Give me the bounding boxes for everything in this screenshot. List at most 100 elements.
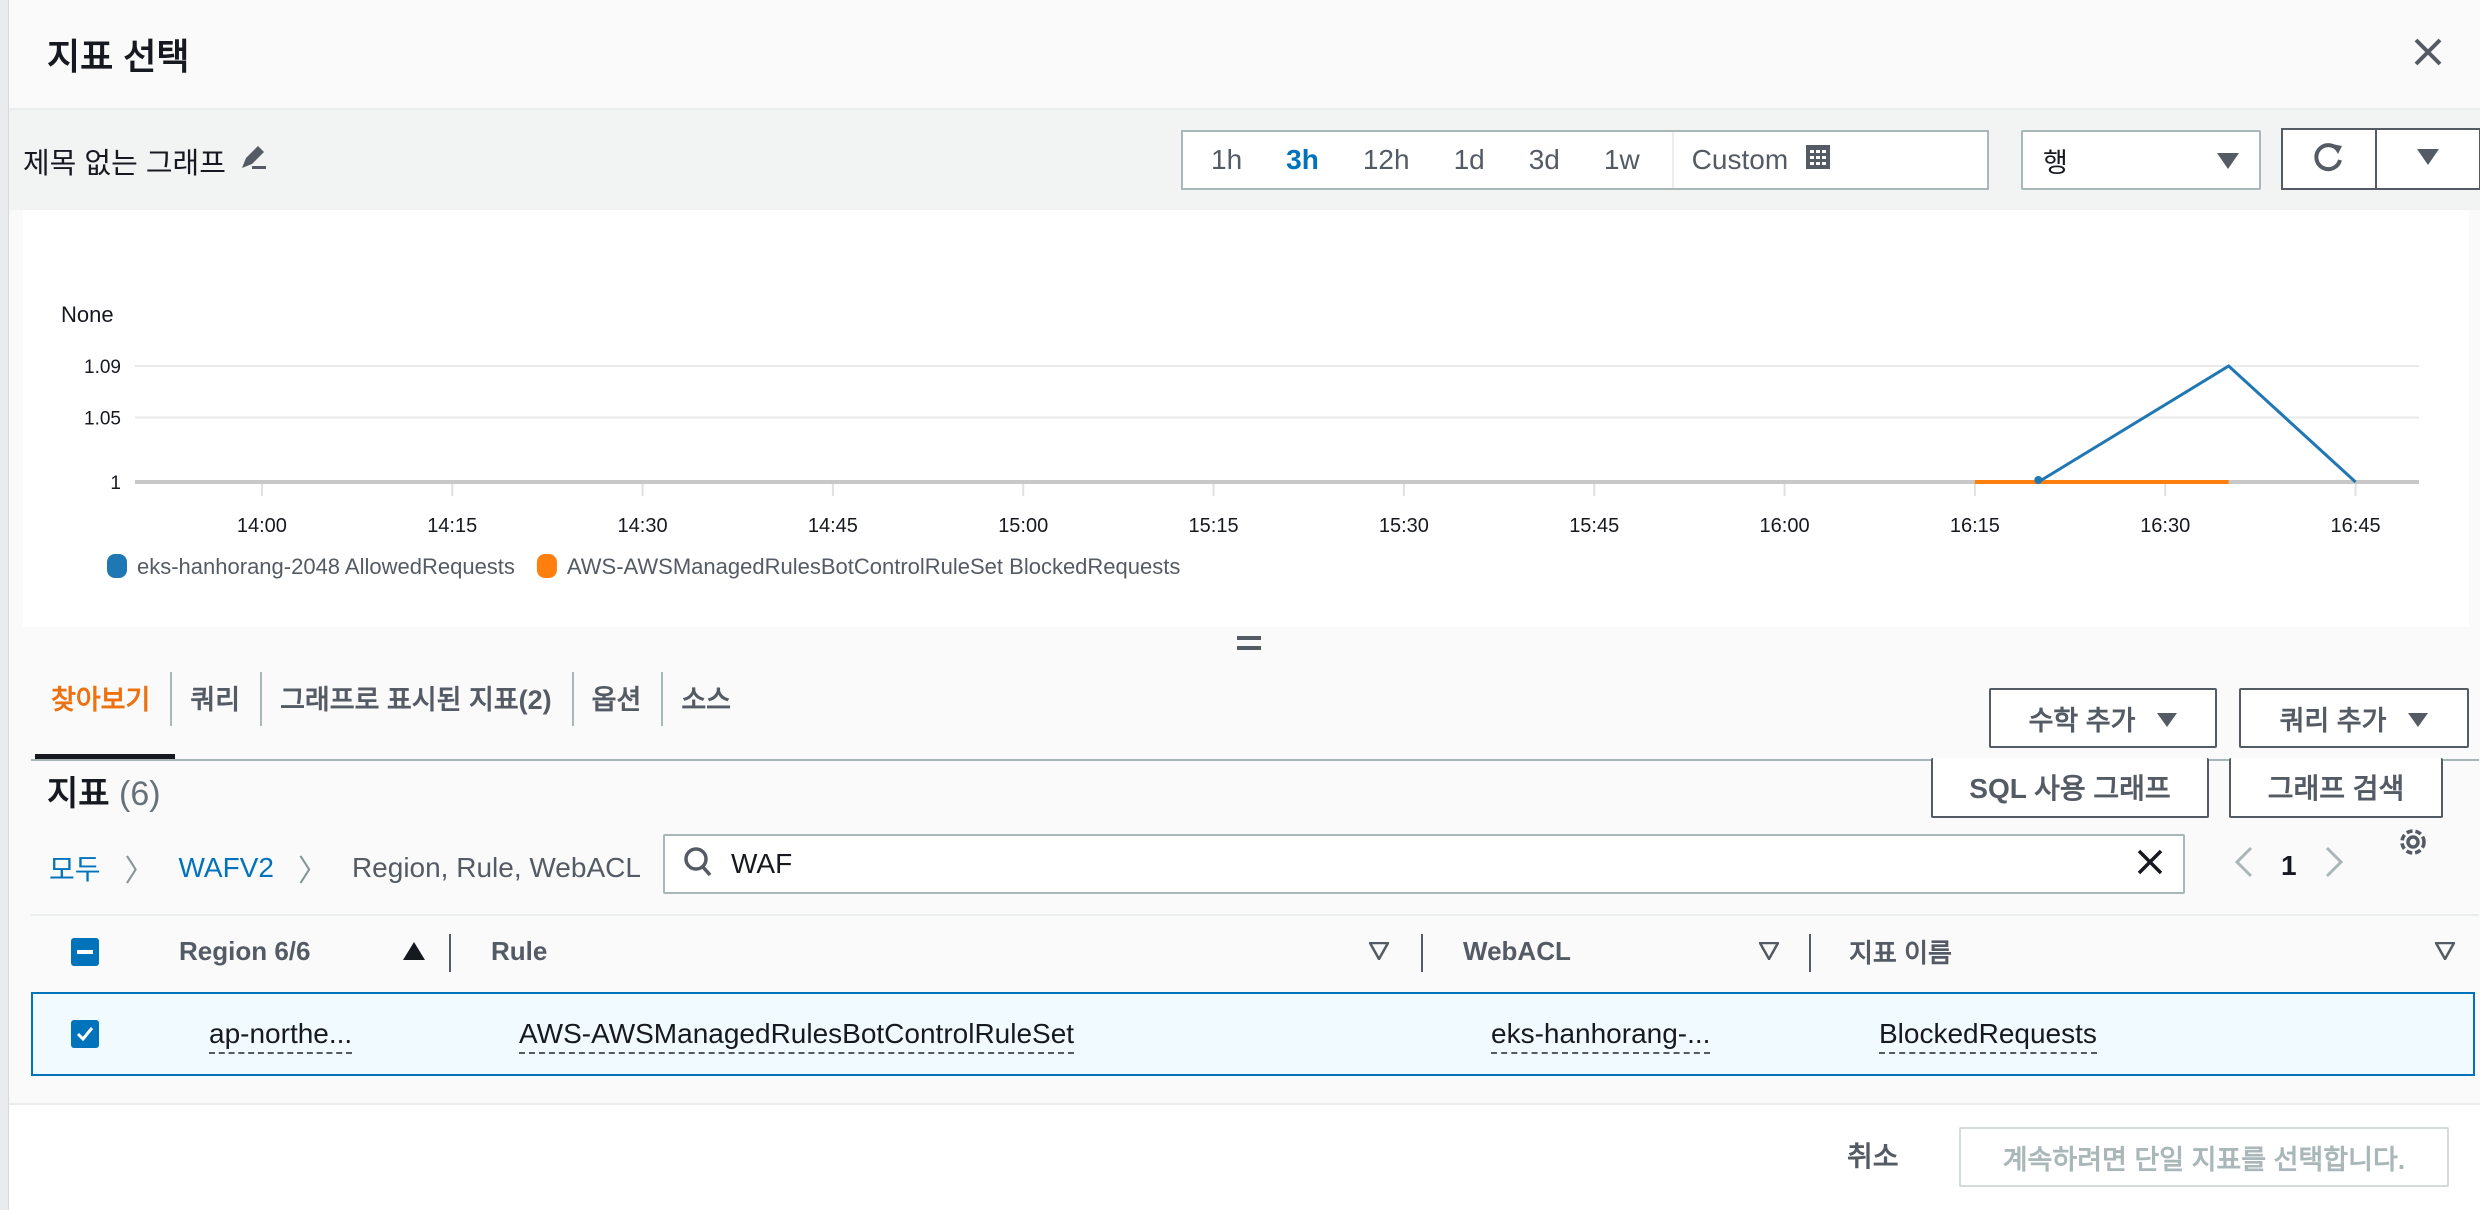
cell-rule[interactable]: AWS-AWSManagedRulesBotControlRuleSet [519,1018,1075,1054]
modal-title: 지표 선택 [47,36,190,77]
chevron-right-icon: 〉 [297,855,328,888]
legend-swatch-1 [536,554,557,578]
time-range-1h[interactable]: 1h [1189,132,1264,188]
column-header-rule[interactable]: Rule [491,916,547,986]
y-tick-label: 1 [110,473,121,494]
x-tick-label: 16:00 [1760,515,1810,537]
refresh-icon [2312,140,2346,179]
column-header-webacl[interactable]: WebACL [1463,916,1571,986]
caret-down-icon [2408,703,2429,734]
graph-toolbar: 제목 없는 그래프 1h 3h 12h 1d 3d 1w Custom 행 [9,110,2480,210]
pencil-icon[interactable] [238,142,268,180]
column-label: Region 6/6 [179,935,311,966]
tab-bar: 찾아보기 쿼리 그래프로 표시된 지표(2) 옵션 소스 [31,664,751,760]
add-math-label: 수학 추가 [2028,705,2136,736]
caret-down-icon [2157,703,2178,734]
cell-metric-name[interactable]: BlockedRequests [1879,1018,2097,1054]
legend-swatch-0 [107,554,127,578]
add-query-button[interactable]: 쿼리 추가 [2239,688,2469,748]
column-header-region[interactable]: Region 6/6 [179,916,310,986]
metrics-title-text: 지표 [47,775,110,813]
filter-icon[interactable] [1367,941,1391,965]
column-label: WebACL [1463,935,1571,966]
caret-down-icon [2217,145,2239,176]
pagination: 1 [2234,846,2343,885]
search-icon [683,846,713,883]
time-range-1d[interactable]: 1d [1432,132,1507,188]
column-divider [449,934,451,972]
time-range-selector: 1h 3h 12h 1d 3d 1w Custom [1181,130,1989,190]
time-range-1w[interactable]: 1w [1582,132,1662,188]
table-row[interactable]: ap-northe... AWS-AWSManagedRulesBotContr… [31,992,2475,1076]
search-input[interactable] [731,848,2117,880]
page-number[interactable]: 1 [2281,850,2297,882]
tab-2[interactable]: 그래프로 표시된 지표(2) [260,664,572,730]
x-tick-label: 14:15 [427,515,477,537]
cancel-button[interactable]: 취소 [1847,1135,1899,1175]
clear-search-icon[interactable] [2135,847,2165,882]
resize-handle[interactable] [1237,636,1265,656]
sort-ascending-icon[interactable] [403,942,425,965]
legend-label-0: eks-hanhorang-2048 AllowedRequests [137,554,515,579]
chevron-right-icon: 〉 [124,855,155,888]
tab-0[interactable]: 찾아보기 [31,664,170,730]
graph-title[interactable]: 제목 없는 그래프 [23,140,268,182]
column-label: 지표 이름 [1849,937,1952,968]
data-point [2034,476,2043,484]
column-header-metric-name[interactable]: 지표 이름 [1849,916,1952,986]
custom-range-button[interactable]: Custom [1671,132,1854,188]
close-icon[interactable] [2406,30,2450,74]
add-query-label: 쿼리 추가 [2279,705,2387,736]
x-tick-label: 15:00 [998,515,1048,537]
modal-footer: 취소 계속하려면 단일 지표를 선택합니다. [9,1103,2480,1210]
metrics-browser: 지표 (6) SQL 사용 그래프 그래프 검색 모두 〉 WAFV2 〉 Re… [31,758,2479,1102]
confirm-button[interactable]: 계속하려면 단일 지표를 선택합니다. [1959,1127,2449,1187]
cell-webacl[interactable]: eks-hanhorang-... [1491,1018,1711,1054]
series-line-0 [2037,364,2357,484]
x-tick-label: 15:30 [1379,515,1429,537]
time-range-12h[interactable]: 12h [1341,132,1432,188]
x-tick-label: 14:45 [808,515,858,537]
select-all-checkbox[interactable] [71,938,99,966]
breadcrumb-all[interactable]: 모두 [49,848,101,888]
column-divider [1421,934,1423,972]
chevron-right-icon[interactable] [2325,846,2343,885]
x-tick-label: 16:45 [2331,515,2381,537]
y-tick-label: 1.05 [84,409,121,430]
modal-header: 지표 선택 [9,0,2480,110]
time-range-3h[interactable]: 3h [1264,132,1341,188]
chevron-left-icon[interactable] [2234,846,2253,885]
cell-region[interactable]: ap-northe... [209,1018,353,1054]
legend-label-1: AWS-AWSManagedRulesBotControlRuleSet Blo… [567,554,1180,579]
tab-3[interactable]: 옵션 [571,664,662,730]
metrics-count: (6) [119,775,161,813]
refresh-button[interactable] [2281,128,2377,190]
graph-search-button[interactable]: 그래프 검색 [2229,758,2443,818]
gear-icon[interactable] [2395,824,2431,865]
add-math-button[interactable]: 수학 추가 [1989,688,2217,748]
metric-search [663,834,2185,894]
filter-icon[interactable] [2433,941,2457,965]
x-tick-label: 16:30 [2140,515,2190,537]
x-tick-label: 16:15 [1950,515,2000,537]
breadcrumb: 모두 〉 WAFV2 〉 Region, Rule, WebACL [49,846,641,890]
graph-title-text: 제목 없는 그래프 [23,148,226,180]
view-type-select[interactable]: 행 [2021,130,2261,190]
filter-icon[interactable] [1757,941,1781,965]
x-tick-label: 14:30 [618,515,668,537]
view-type-value: 행 [2043,147,2068,178]
y-axis-label: None [61,302,114,327]
table-header: Region 6/6 Rule WebACL 지표 이름 [31,914,2479,986]
refresh-options-button[interactable] [2377,128,2480,190]
breadcrumb-wafv2[interactable]: WAFV2 [179,852,274,884]
graph-with-sql-button[interactable]: SQL 사용 그래프 [1931,758,2209,818]
row-checkbox[interactable] [71,1020,99,1048]
x-tick-label: 15:45 [1569,515,1619,537]
x-tick-label: 15:15 [1189,515,1239,537]
breadcrumb-current: Region, Rule, WebACL [351,852,641,883]
tab-4[interactable]: 소스 [661,664,751,730]
y-tick-label: 1.09 [84,357,121,378]
time-range-3d[interactable]: 3d [1507,132,1582,188]
tab-1[interactable]: 쿼리 [170,664,260,730]
column-label: Rule [491,935,548,966]
